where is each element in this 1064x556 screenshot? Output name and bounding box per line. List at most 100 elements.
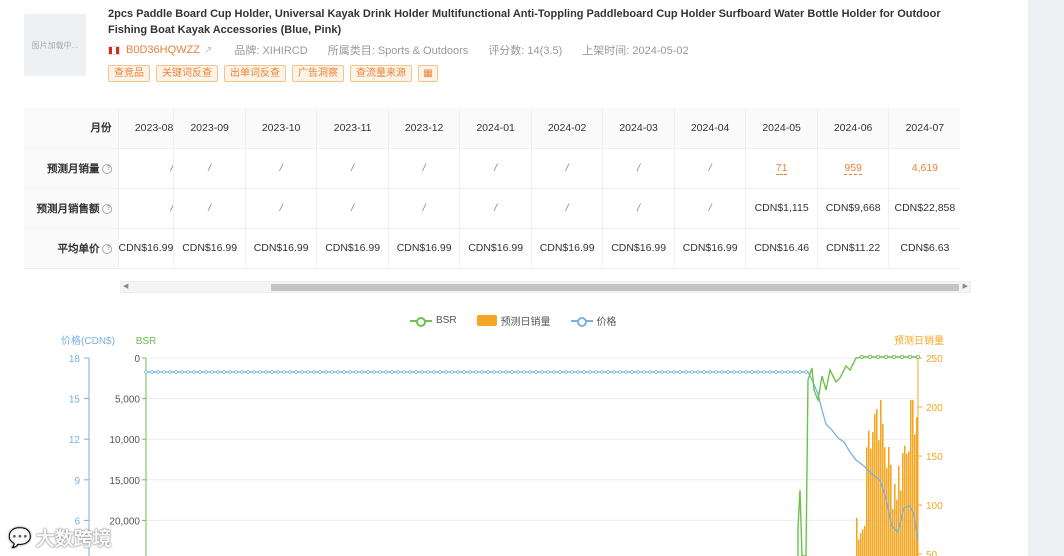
- month-header-2024-06: 2024-06: [816, 108, 889, 149]
- price-point: [576, 370, 580, 374]
- table-horizontal-scrollbar[interactable]: ◀ ▶: [120, 281, 971, 293]
- price-point: [282, 370, 286, 374]
- daily-sales-bar: [864, 525, 866, 556]
- ad-insight-button[interactable]: 广告洞察: [292, 65, 344, 82]
- bsr-point: [859, 354, 865, 360]
- month-header-2024-02: 2024-02: [530, 108, 603, 149]
- price-point: [396, 370, 400, 374]
- daily-sales-bar: [896, 499, 898, 556]
- table-cell: CDN$11.22: [816, 228, 889, 269]
- table-cell: CDN$1,115: [745, 188, 818, 229]
- table-cell: CDN$16.99: [244, 228, 317, 269]
- price-point: [636, 370, 640, 374]
- category-text: 所属类目: Sports & Outdoors: [327, 45, 469, 57]
- daily-sales-bar: [872, 431, 874, 556]
- price-point: [150, 370, 154, 374]
- price-point: [564, 370, 568, 374]
- daily-sales-bar: [858, 539, 860, 556]
- price-point: [480, 370, 484, 374]
- watermark-text: 大数跨境: [35, 529, 112, 550]
- table-cell: /: [602, 188, 675, 229]
- table-cell: /: [173, 148, 246, 189]
- price-point: [618, 370, 622, 374]
- external-link-icon[interactable]: ↗: [204, 45, 212, 56]
- legend-item-bsr[interactable]: BSR: [410, 315, 457, 327]
- table-cell: 4,619: [888, 148, 961, 189]
- price-point: [312, 370, 316, 374]
- table-cell: CDN$6.63: [888, 228, 961, 269]
- price-point: [390, 370, 394, 374]
- table-cell: /: [244, 148, 317, 189]
- price-point: [792, 370, 796, 374]
- bsr-tick-label: 0: [134, 354, 140, 365]
- legend-item-price[interactable]: 价格: [570, 313, 617, 328]
- daily-sales-bar: [912, 400, 914, 556]
- sales-trend-chart[interactable]: 价格(CDN$) BSR 预测日销量1815129605,00010,00015,0…: [0, 330, 1000, 556]
- price-point: [630, 370, 634, 374]
- calculator-icon[interactable]: ▦: [418, 65, 438, 82]
- table-cell: CDN$22,858: [888, 188, 961, 229]
- daily-sales-bar: [908, 451, 910, 556]
- daily-tick-label: 200: [926, 403, 943, 414]
- price-point: [240, 370, 244, 374]
- price-point: [762, 370, 766, 374]
- price-point: [192, 370, 196, 374]
- product-analysis-page: 图片加载中... 2pcs Paddle Board Cup Holder, U…: [0, 0, 1064, 556]
- help-icon[interactable]: ?: [101, 243, 112, 254]
- table-cell: CDN$16.99: [459, 228, 532, 269]
- keyword-reverse-button[interactable]: 关键词反查: [156, 65, 218, 82]
- price-point: [522, 370, 526, 374]
- price-point: [744, 370, 748, 374]
- daily-sales-bar: [906, 453, 908, 556]
- price-point: [264, 370, 268, 374]
- daily-tick-label: 50: [926, 550, 938, 556]
- price-point: [288, 370, 292, 374]
- price-point: [300, 370, 304, 374]
- product-title[interactable]: 2pcs Paddle Board Cup Holder, Universal …: [108, 6, 978, 38]
- daily-sales-bar: [904, 445, 906, 556]
- bsr-tick-label: 15,000: [109, 476, 140, 487]
- price-point: [534, 370, 538, 374]
- scroll-right-arrow[interactable]: ▶: [963, 282, 968, 292]
- order-keyword-button[interactable]: 出单词反查: [224, 65, 286, 82]
- price-point: [492, 370, 496, 374]
- product-thumbnail[interactable]: 图片加载中...: [24, 14, 86, 76]
- month-header-2023-08: 2023-08: [117, 108, 174, 149]
- price-point: [756, 370, 760, 374]
- scroll-left-arrow[interactable]: ◀: [123, 282, 128, 292]
- help-icon[interactable]: ?: [101, 203, 112, 214]
- scrollbar-thumb[interactable]: [271, 284, 959, 291]
- price-point: [732, 370, 736, 374]
- row-label: 预测月销量?: [24, 148, 118, 189]
- price-point: [780, 370, 784, 374]
- traffic-source-button[interactable]: 查流量来源: [350, 65, 412, 82]
- price-point: [294, 370, 298, 374]
- month-header-2023-09: 2023-09: [173, 108, 246, 149]
- help-icon[interactable]: ?: [101, 163, 112, 174]
- table-cell: /: [117, 188, 174, 229]
- price-point: [546, 370, 550, 374]
- chart-legend: BSR 预测日销量 价格: [410, 313, 617, 328]
- price-point: [168, 370, 172, 374]
- month-header-2023-10: 2023-10: [244, 108, 317, 149]
- price-point: [378, 370, 382, 374]
- price-point: [774, 370, 778, 374]
- price-point: [642, 370, 646, 374]
- daily-sales-legend-icon: [476, 315, 497, 326]
- price-point: [462, 370, 466, 374]
- price-point: [678, 370, 682, 374]
- daily-tick-label: 150: [926, 452, 943, 463]
- price-tick-label: 12: [69, 435, 81, 446]
- competitor-button[interactable]: 查竞品: [108, 65, 150, 82]
- price-point: [174, 370, 178, 374]
- legend-item-daily[interactable]: 预测日销量: [476, 313, 551, 328]
- price-tick-label: 9: [74, 476, 80, 487]
- price-point: [714, 370, 718, 374]
- asin-link[interactable]: B0D36HQWZZ: [126, 44, 200, 56]
- table-cell: 959: [816, 148, 889, 189]
- daily-sales-bar: [876, 409, 878, 556]
- product-meta: B0D36HQWZZ ↗ 品牌: XIHIRCD 所属类目: Sports & …: [108, 42, 709, 58]
- price-point: [510, 370, 514, 374]
- daily-sales-bar: [910, 400, 912, 556]
- daily-sales-bar: [888, 447, 890, 556]
